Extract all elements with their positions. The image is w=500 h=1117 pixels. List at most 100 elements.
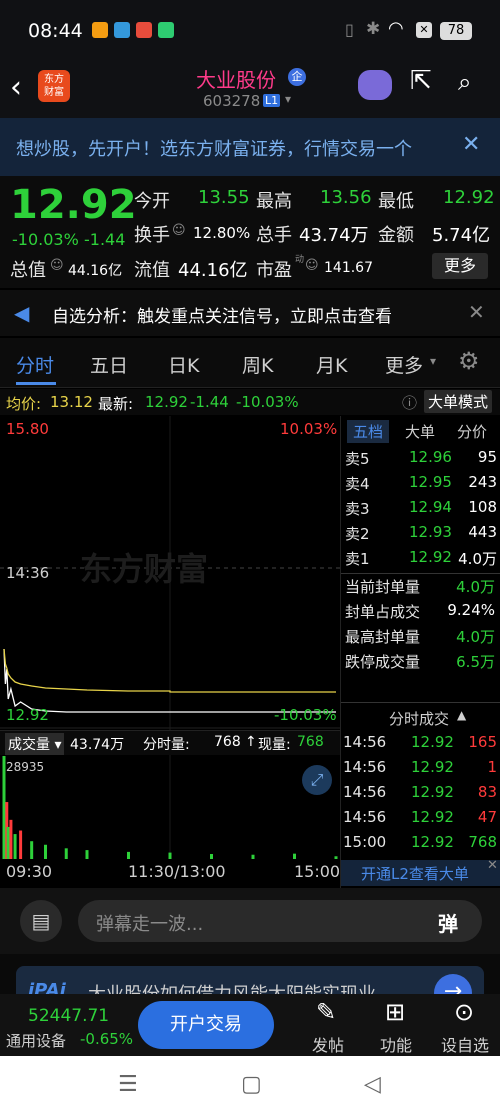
tab-five-level[interactable]: 五档 [347, 420, 390, 443]
chevron-down-icon[interactable]: ▾ [430, 354, 436, 368]
banner-text: 想炒股，先开户！选东方财富证券，行情交易一个 [16, 139, 412, 160]
info-icon[interactable]: ☺ [305, 258, 319, 273]
low-label: 最低 [378, 191, 414, 212]
tab-price-dist[interactable]: 分价 [457, 421, 487, 442]
chevron-down-icon[interactable]: ▾ [285, 92, 291, 106]
system-nav-bar: ☰ ▢ ◁ [0, 1056, 500, 1117]
notice-text: 自选分析：触发重点关注信号，立即点击查看 [52, 307, 392, 327]
volume-bar [293, 853, 296, 859]
more-dots-icon[interactable]: ⊙ [454, 998, 474, 1026]
status-time: 08:44 [28, 20, 83, 42]
avg-value: 13.12 [50, 393, 93, 411]
y-mid-label: 14:36 [6, 564, 50, 582]
tab-five-day[interactable]: 五日 [90, 351, 128, 378]
index-pct: -0.65% [80, 1030, 134, 1048]
tab-more[interactable]: 更多 [385, 351, 423, 378]
ask-label: 卖3 [345, 500, 370, 518]
now-volume: 768 [297, 734, 324, 750]
battery-icon: 78 [440, 22, 472, 40]
turnover-label: 换手 [134, 225, 170, 246]
robot-assistant-icon[interactable] [358, 70, 392, 100]
info-icon[interactable]: ☺ [172, 223, 186, 238]
y-top-pct: 10.03% [280, 420, 338, 438]
avg-label: 均价: [6, 395, 42, 413]
bottom-nav: 52447.71 通用设备 -0.65% 开户交易 ✎ 发帖 ⊞ 功能 ⊙ 设自… [0, 994, 500, 1056]
wifi-icon: ◠ [388, 18, 404, 39]
open-label: 今开 [134, 191, 170, 212]
float-value: 44.16亿 [178, 260, 248, 281]
menu-icon[interactable]: ☰ [118, 1072, 138, 1097]
share-icon[interactable]: ⇱ [410, 66, 432, 96]
promo-banner[interactable]: 想炒股，先开户！选东方财富证券，行情交易一个 ✕ [0, 118, 500, 176]
danmu-bar: ▤ 弹幕走一波... 弹 [0, 888, 500, 954]
ask-row: 卖5 12.96 95 [341, 448, 500, 473]
ai-card[interactable]: iPAi 大业股份如何借力风能太阳能实现业 → [0, 954, 500, 1006]
gear-icon[interactable]: ⚙ [458, 347, 480, 375]
expand-icon[interactable]: ⤢ [302, 765, 332, 795]
turnover-value: 12.80% [193, 224, 251, 242]
close-icon[interactable]: ✕ [487, 858, 498, 873]
mcap-value: 44.16亿 [68, 263, 123, 279]
change-amt: -1.44 [84, 230, 126, 249]
trade-time: 14:56 [343, 733, 387, 751]
trade-price: 12.92 [411, 833, 454, 851]
watermark: 东方财富 [80, 550, 209, 588]
sim-icon: ✕ [416, 22, 432, 38]
nav-function[interactable]: 功能 [380, 1032, 412, 1056]
app-notify-icon [114, 22, 130, 38]
minute-volume: 768 [214, 734, 241, 750]
help-icon[interactable]: ⓘ [402, 392, 417, 413]
app-notify-icon [158, 22, 174, 38]
float-label: 流值 [134, 260, 170, 281]
ask-price: 12.95 [409, 473, 452, 491]
danmu-toggle-icon[interactable]: 弹 [438, 908, 458, 937]
stock-header: ‹ 东方 财富 大业股份 企 603278 L1 ▾ ⇱ ⌕ [0, 62, 500, 118]
back-icon[interactable]: ‹ [10, 70, 22, 105]
volume-bar [30, 841, 34, 859]
trade-volume: 83 [477, 783, 497, 801]
high-value: 13.56 [320, 187, 372, 208]
compose-icon[interactable]: ✎ [316, 998, 336, 1026]
stat-label: 最高封单量 [345, 628, 421, 646]
tab-big-order[interactable]: 大单 [405, 421, 435, 442]
stat-row: 最高封单量 4.0万 [341, 626, 500, 651]
mcap-label: 总值 [10, 260, 46, 281]
tab-day-k[interactable]: 日K [168, 351, 199, 378]
trade-time: 14:56 [343, 783, 387, 801]
open-account-trade-button[interactable]: 开户交易 [138, 1001, 274, 1049]
trade-price: 12.92 [411, 758, 454, 776]
back-nav-icon[interactable]: ◁ [364, 1072, 381, 1097]
orderbook-panel: 五档 大单 分价 卖5 12.96 95 卖4 12.95 243 卖3 12.… [340, 416, 500, 888]
stat-value: 9.24% [447, 601, 495, 619]
info-icon[interactable]: ☺ [50, 258, 64, 273]
pe-label: 市盈 [256, 260, 292, 281]
bluetooth-icon: ✱ [366, 19, 381, 39]
price-info-bar: 均价: 13.12 最新: 12.92 -1.44 -10.03% ⓘ 大单模式 [0, 389, 500, 415]
caret-up-icon[interactable]: ▲ [457, 708, 466, 722]
danmu-list-icon[interactable]: ▤ [20, 900, 62, 942]
l2-link[interactable]: 开通L2查看大单 ✕ [341, 858, 500, 886]
close-icon[interactable]: ✕ [462, 132, 480, 157]
big-order-mode-button[interactable]: 大单模式 [424, 390, 493, 413]
pe-sup: 动 [295, 255, 305, 265]
tab-month-k[interactable]: 月K [316, 351, 347, 378]
intraday-chart[interactable]: 15.80 10.03% 14:36 东方财富 12.92 -10.03% 成交… [0, 416, 340, 888]
trade-volume: 165 [468, 733, 497, 751]
notice-bar[interactable]: ◀ 自选分析：触发重点关注信号，立即点击查看 ✕ [0, 290, 500, 336]
volume-bar [64, 848, 68, 859]
tab-intraday[interactable]: 分时 [16, 351, 54, 378]
volume-dropdown[interactable]: 成交量 ▾ [5, 733, 65, 755]
y-bottom-pct: -10.03% [274, 706, 337, 724]
nav-post[interactable]: 发帖 [312, 1032, 344, 1056]
nav-add-watchlist[interactable]: 设自选 [441, 1032, 489, 1056]
danmu-input[interactable]: 弹幕走一波... 弹 [78, 900, 482, 942]
tab-week-k[interactable]: 周K [242, 351, 273, 378]
home-icon[interactable]: ▢ [241, 1072, 262, 1097]
trades-title[interactable]: 分时成交 [389, 708, 449, 729]
more-button[interactable]: 更多 [432, 253, 488, 279]
search-icon[interactable]: ⌕ [458, 68, 471, 96]
grid-icon[interactable]: ⊞ [385, 998, 405, 1026]
close-icon[interactable]: ✕ [468, 300, 485, 324]
stat-value: 4.0万 [456, 628, 495, 646]
trade-volume: 768 [468, 833, 497, 851]
